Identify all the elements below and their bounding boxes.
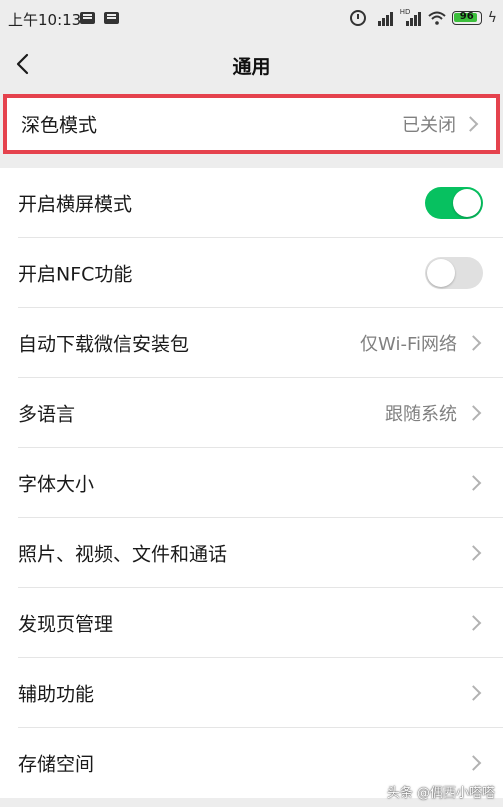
settings-row-label: 自动下载微信安装包	[18, 333, 190, 356]
chevron-right-icon	[462, 116, 479, 132]
cellular-signal-icon	[372, 10, 394, 26]
settings-row[interactable]: 发现页管理	[0, 588, 503, 658]
settings-row[interactable]: 自动下载微信安装包 仅Wi-Fi网络	[0, 308, 503, 378]
settings-row-label: 字体大小	[18, 473, 95, 496]
settings-row[interactable]: 开启NFC功能	[0, 238, 503, 308]
message-notification-icon	[80, 12, 95, 24]
battery-icon: 96	[451, 11, 482, 25]
settings-row-label: 开启NFC功能	[18, 263, 133, 286]
settings-row-label: 发现页管理	[18, 613, 114, 636]
page-title: 通用	[232, 56, 271, 78]
dark-mode-row[interactable]: 深色模式 已关闭	[3, 94, 500, 154]
settings-row[interactable]: 开启横屏模式	[0, 168, 503, 238]
signal-tag: HD	[399, 8, 411, 16]
chevron-right-icon	[465, 545, 482, 561]
alarm-icon	[349, 10, 366, 26]
settings-row[interactable]: 字体大小	[0, 448, 503, 518]
chevron-right-icon	[465, 475, 482, 491]
message-notification-icon	[104, 12, 119, 24]
chevron-right-icon	[465, 615, 482, 631]
settings-row[interactable]: 照片、视频、文件和通话	[0, 518, 503, 588]
status-bar: 上午10:13 HD 96 ϟ	[0, 0, 503, 36]
nav-bar: 通用	[0, 36, 503, 92]
settings-row[interactable]: 多语言 跟随系统	[0, 378, 503, 448]
status-time: 上午10:13	[8, 11, 82, 29]
toggle-knob	[427, 259, 455, 287]
settings-row-label: 开启横屏模式	[18, 193, 133, 216]
chevron-right-icon	[465, 755, 482, 771]
wifi-icon	[428, 11, 446, 25]
watermark: 头条 @偶西小嗒嗒	[386, 786, 495, 801]
chevron-right-icon	[465, 335, 482, 351]
dark-mode-label: 深色模式	[21, 114, 98, 137]
cellular-signal-icon: HD	[399, 8, 422, 26]
toggle-knob	[453, 189, 481, 217]
settings-row-label: 照片、视频、文件和通话	[18, 543, 228, 566]
chevron-right-icon	[465, 405, 482, 421]
toggle-switch-off[interactable]	[425, 257, 483, 289]
charging-icon: ϟ	[487, 10, 497, 26]
settings-row-label: 多语言	[18, 403, 76, 426]
settings-row-label: 存储空间	[18, 753, 95, 776]
settings-row[interactable]: 辅助功能	[0, 658, 503, 728]
status-icons: HD 96 ϟ	[349, 6, 497, 30]
chevron-right-icon	[465, 685, 482, 701]
dark-mode-value: 已关闭	[402, 115, 456, 136]
battery-level: 96	[459, 11, 474, 22]
settings-row-value: 仅Wi-Fi网络	[360, 334, 457, 355]
settings-row-label: 辅助功能	[18, 683, 95, 706]
settings-row-value: 跟随系统	[385, 404, 457, 425]
toggle-switch-on[interactable]	[425, 187, 483, 219]
